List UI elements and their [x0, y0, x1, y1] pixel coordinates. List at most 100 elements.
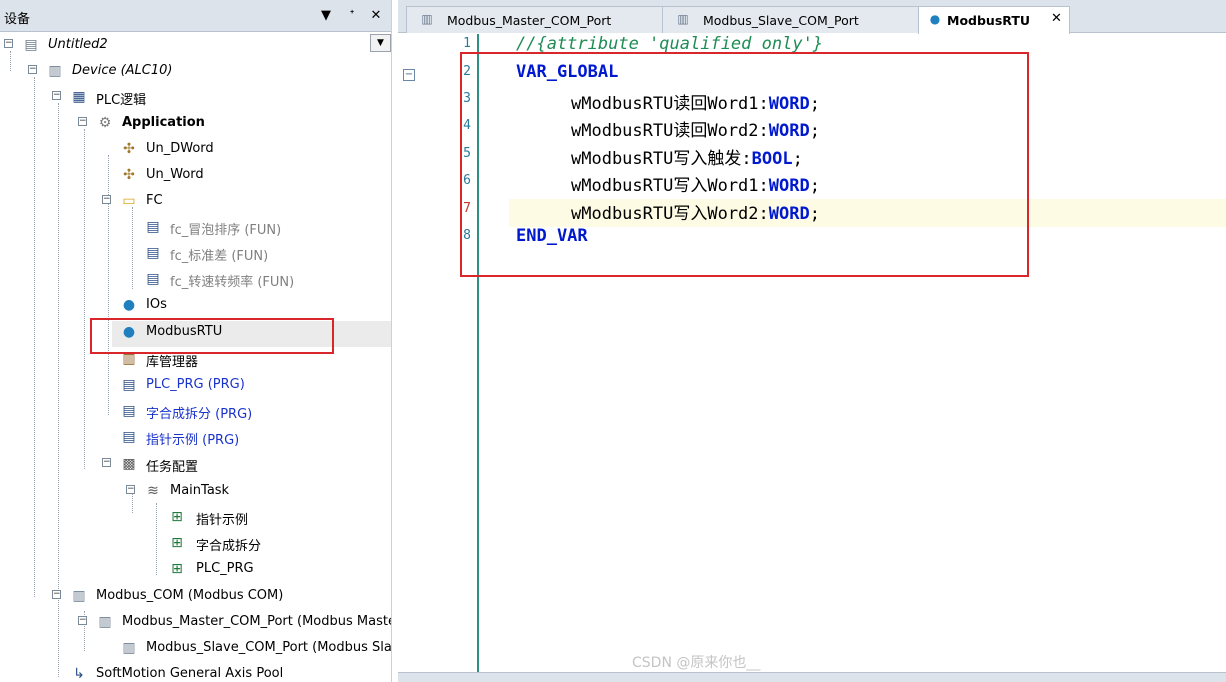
program-call-icon: ⊞	[171, 535, 183, 551]
tree-node-label: Application	[122, 115, 205, 130]
project-icon: ▤	[24, 37, 38, 53]
task-icon: ≋	[147, 483, 159, 499]
axis-pool-icon: ↳	[73, 666, 85, 682]
gear-icon: ⚙	[98, 115, 112, 131]
close-panel-button[interactable]: ✕	[366, 5, 386, 27]
collapse-icon[interactable]: −	[102, 458, 111, 467]
tree-node-application[interactable]: − ⚙ Application	[0, 111, 391, 135]
device-icon: ▥	[677, 12, 689, 26]
tree-node-label: PLC_PRG (PRG)	[146, 377, 245, 392]
tree-node-label: IOs	[146, 297, 167, 312]
globe-icon: ●	[929, 12, 941, 26]
program-icon: ▤	[122, 377, 136, 393]
globe-icon: ●	[122, 297, 136, 313]
program-call-icon: ⊞	[171, 509, 183, 525]
devices-panel: 设备 ▼ ᐩ ✕ ▼ − ▤ Untitled2 − ▥ Device (ALC…	[0, 0, 392, 682]
union-icon: ✣	[123, 167, 135, 183]
tree-node-modbus-com[interactable]: − ▥ Modbus_COM (Modbus COM)	[0, 584, 391, 608]
tab-label: Modbus_Master_COM_Port	[447, 13, 612, 28]
tree-node-device[interactable]: − ▥ Device (ALC10)	[0, 59, 391, 83]
tab-label: Modbus_Slave_COM_Port	[703, 13, 859, 28]
panel-menu-button[interactable]: ▼	[316, 5, 336, 27]
device-icon: ▥	[72, 588, 86, 604]
collapse-icon[interactable]: −	[102, 195, 111, 204]
tree-node-label: 指针示例 (PRG)	[146, 433, 240, 448]
collapse-icon[interactable]: −	[52, 91, 61, 100]
code-editor[interactable]: − 1 2 3 4 5 6 7 8 //{attribute 'qualifie…	[398, 34, 1226, 672]
tree-node-label: MainTask	[170, 483, 230, 498]
tree-node-fc-speed-freq[interactable]: ▤ fc_转速转频率 (FUN)	[0, 267, 391, 291]
device-icon: ▥	[421, 12, 433, 26]
collapse-icon[interactable]: −	[78, 616, 87, 625]
device-icon: ▥	[48, 63, 62, 79]
tree-node-fc-bubble-sort[interactable]: ▤ fc_冒泡排序 (FUN)	[0, 215, 391, 239]
tree-node-label: PLC逻辑	[96, 93, 147, 108]
tree-node-pointer-example[interactable]: ▤ 指针示例 (PRG)	[0, 425, 391, 449]
function-icon: ▤	[146, 219, 160, 235]
tab-modbusrtu[interactable]: ● ModbusRTU ✕	[918, 6, 1070, 34]
tree-node-project[interactable]: − ▤ Untitled2	[0, 33, 391, 57]
device-icon: ▥	[122, 640, 136, 656]
plc-logic-icon: ▦	[72, 89, 86, 105]
code-line-1: //{attribute 'qualified_only'}	[516, 34, 824, 54]
highlight-annotation-left	[90, 318, 334, 354]
tree-node-label: Device (ALC10)	[72, 63, 173, 78]
line-number: 1	[463, 36, 471, 51]
device-tree: − ▤ Untitled2 − ▥ Device (ALC10) − ▦ PLC…	[0, 33, 392, 682]
tree-node-modbus-slave-port[interactable]: ▥ Modbus_Slave_COM_Port (Modbus Slave	[0, 636, 391, 660]
tree-node-word-split[interactable]: ▤ 字合成拆分 (PRG)	[0, 399, 391, 423]
tree-node-call-plc-prg[interactable]: ⊞ PLC_PRG	[0, 557, 391, 581]
devices-panel-title: 设备	[4, 12, 31, 27]
tree-node-plc-logic[interactable]: − ▦ PLC逻辑	[0, 85, 391, 109]
tree-node-label: FC	[146, 193, 163, 208]
tree-node-modbus-master-port[interactable]: − ▥ Modbus_Master_COM_Port (Modbus Maste…	[0, 610, 392, 634]
tree-node-label: fc_冒泡排序 (FUN)	[170, 223, 282, 238]
tree-node-fc-folder[interactable]: − ▭ FC	[0, 189, 391, 213]
tree-node-label: Modbus_COM (Modbus COM)	[96, 588, 284, 603]
fold-toggle-icon[interactable]: −	[403, 69, 415, 81]
message-bar	[398, 672, 1226, 682]
tree-node-label: Un_Word	[146, 167, 204, 182]
tree-node-un-dword[interactable]: ✣ Un_DWord	[0, 137, 391, 161]
pin-icon[interactable]: ᐩ	[342, 5, 362, 27]
editor-tab-strip: ▥ Modbus_Master_COM_Port ▥ Modbus_Slave_…	[398, 0, 1226, 34]
fold-gutter: −	[398, 34, 428, 672]
tree-node-label: Modbus_Master_COM_Port (Modbus Master,	[122, 614, 392, 629]
close-tab-icon[interactable]: ✕	[1051, 11, 1062, 26]
tree-node-call-pointer-example[interactable]: ⊞ 指针示例	[0, 505, 391, 529]
tree-node-label: 字合成拆分	[196, 539, 262, 554]
watermark: CSDN @原来你也__	[632, 655, 761, 671]
tree-node-maintask[interactable]: − ≋ MainTask	[0, 479, 391, 503]
tab-modbus-master-com-port[interactable]: ▥ Modbus_Master_COM_Port	[406, 6, 671, 33]
editor-area: ▥ Modbus_Master_COM_Port ▥ Modbus_Slave_…	[398, 0, 1226, 682]
tree-node-softmotion-pool[interactable]: ↳ SoftMotion General Axis Pool	[0, 662, 391, 682]
tree-node-label: fc_转速转频率 (FUN)	[170, 275, 295, 290]
tree-node-task-config[interactable]: − ▩ 任务配置	[0, 452, 391, 476]
function-icon: ▤	[146, 245, 160, 261]
folder-icon: ▭	[122, 193, 136, 209]
tab-modbus-slave-com-port[interactable]: ▥ Modbus_Slave_COM_Port	[662, 6, 919, 33]
tree-node-label: SoftMotion General Axis Pool	[96, 666, 284, 681]
program-call-icon: ⊞	[171, 561, 183, 577]
tree-node-plc-prg[interactable]: ▤ PLC_PRG (PRG)	[0, 373, 391, 397]
task-config-icon: ▩	[122, 456, 136, 472]
collapse-icon[interactable]: −	[78, 117, 87, 126]
tree-node-label: 指针示例	[196, 513, 249, 528]
tree-node-label: 任务配置	[146, 460, 199, 475]
tree-node-call-word-split[interactable]: ⊞ 字合成拆分	[0, 531, 391, 555]
tree-node-fc-stddev[interactable]: ▤ fc_标准差 (FUN)	[0, 241, 391, 265]
tree-node-label: Un_DWord	[146, 141, 214, 156]
devices-panel-header: 设备 ▼ ᐩ ✕	[0, 0, 391, 32]
union-icon: ✣	[123, 141, 135, 157]
collapse-icon[interactable]: −	[126, 485, 135, 494]
tree-node-label: PLC_PRG	[196, 561, 254, 576]
function-icon: ▤	[146, 271, 160, 287]
tree-node-label: 字合成拆分 (PRG)	[146, 407, 253, 422]
collapse-icon[interactable]: −	[52, 590, 61, 599]
tree-node-un-word[interactable]: ✣ Un_Word	[0, 163, 391, 187]
collapse-icon[interactable]: −	[28, 65, 37, 74]
highlight-annotation-right	[460, 52, 1029, 277]
collapse-icon[interactable]: −	[4, 39, 13, 48]
tree-node-ios[interactable]: ● IOs	[0, 293, 391, 317]
program-icon: ▤	[122, 429, 136, 445]
